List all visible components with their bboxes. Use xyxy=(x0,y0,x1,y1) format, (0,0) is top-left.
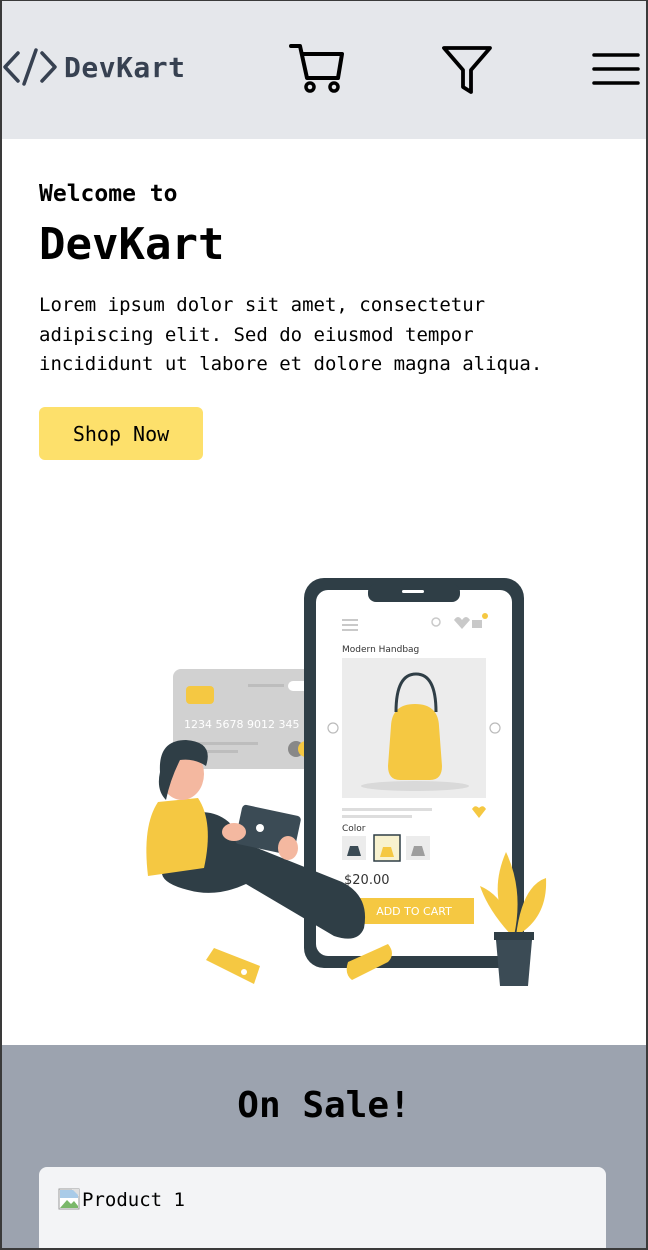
brand-logo-link[interactable]: DevKart xyxy=(2,46,186,88)
filter-button[interactable] xyxy=(440,40,494,99)
shop-now-button[interactable]: Shop Now xyxy=(39,407,203,460)
cart-button[interactable] xyxy=(288,40,346,99)
hero-title: DevKart xyxy=(39,219,225,270)
product-card[interactable]: Product 1 xyxy=(39,1167,606,1250)
menu-icon xyxy=(592,53,640,85)
filter-icon xyxy=(442,46,492,94)
on-sale-section: On Sale! Product 1 xyxy=(0,1045,648,1250)
color-label: Color xyxy=(342,824,366,834)
brand-name: DevKart xyxy=(64,50,186,84)
top-nav: DevKart xyxy=(0,0,648,139)
add-to-cart-label: ADD TO CART xyxy=(376,905,452,918)
card-number: 1234 5678 9012 345 xyxy=(184,718,299,731)
product-name: Modern Handbag xyxy=(342,645,419,655)
product-image: Product 1 xyxy=(58,1188,185,1212)
product-price: $20.00 xyxy=(344,873,390,888)
hero-illustration: 1234 5678 9012 345 Modern Handbag Color … xyxy=(146,578,547,986)
broken-image-icon xyxy=(58,1188,80,1210)
product-image-alt: Product 1 xyxy=(82,1189,185,1211)
hero-welcome-text: Welcome to xyxy=(39,181,178,207)
menu-button[interactable] xyxy=(592,48,640,91)
hero-section: Welcome to DevKart Lorem ipsum dolor sit… xyxy=(0,139,648,1045)
code-icon xyxy=(3,48,57,86)
hero-description: Lorem ipsum dolor sit amet, consectetur … xyxy=(39,294,543,375)
on-sale-title: On Sale! xyxy=(237,1085,411,1126)
cart-icon xyxy=(289,44,344,93)
